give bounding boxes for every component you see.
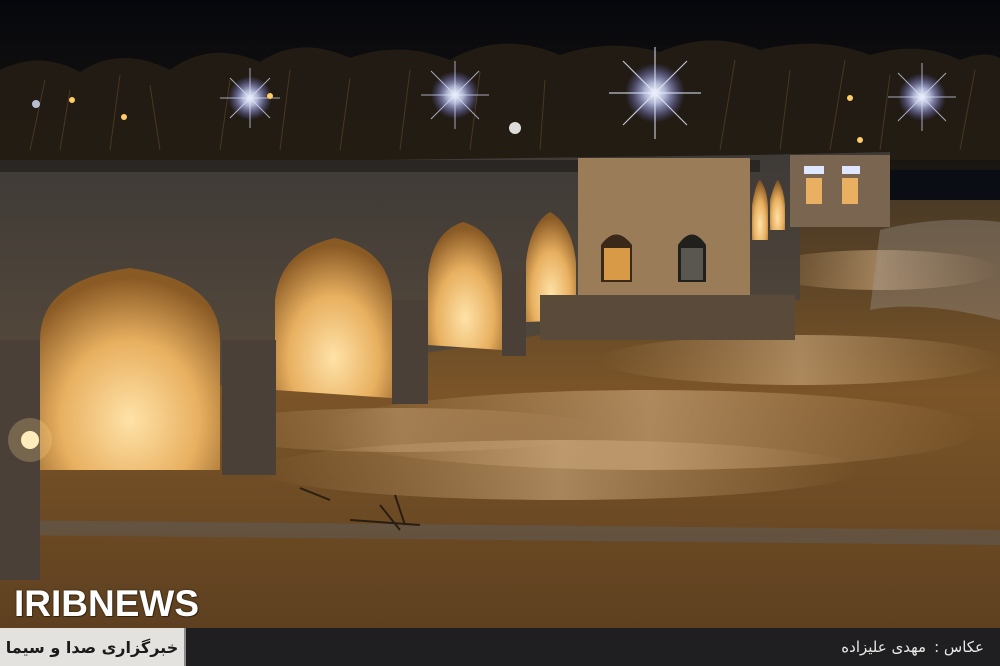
agency-box: خبرگزاری صدا و سیما (0, 628, 186, 666)
arch-1 (40, 268, 220, 470)
credit-label: عکاس : (934, 638, 984, 656)
arch-2 (275, 238, 392, 398)
caption-bar: خبرگزاری صدا و سیما عکاس : مهدی علیزاده (0, 628, 1000, 666)
night-bridge-photo (0, 0, 1000, 628)
far-bridge (790, 155, 890, 227)
agency-name: خبرگزاری صدا و سیما (5, 637, 179, 657)
credit-name: مهدی علیزاده (841, 638, 927, 656)
iribnews-watermark: IRIBNEWS (14, 583, 199, 624)
photo-credit: عکاس : مهدی علیزاده (841, 628, 984, 666)
